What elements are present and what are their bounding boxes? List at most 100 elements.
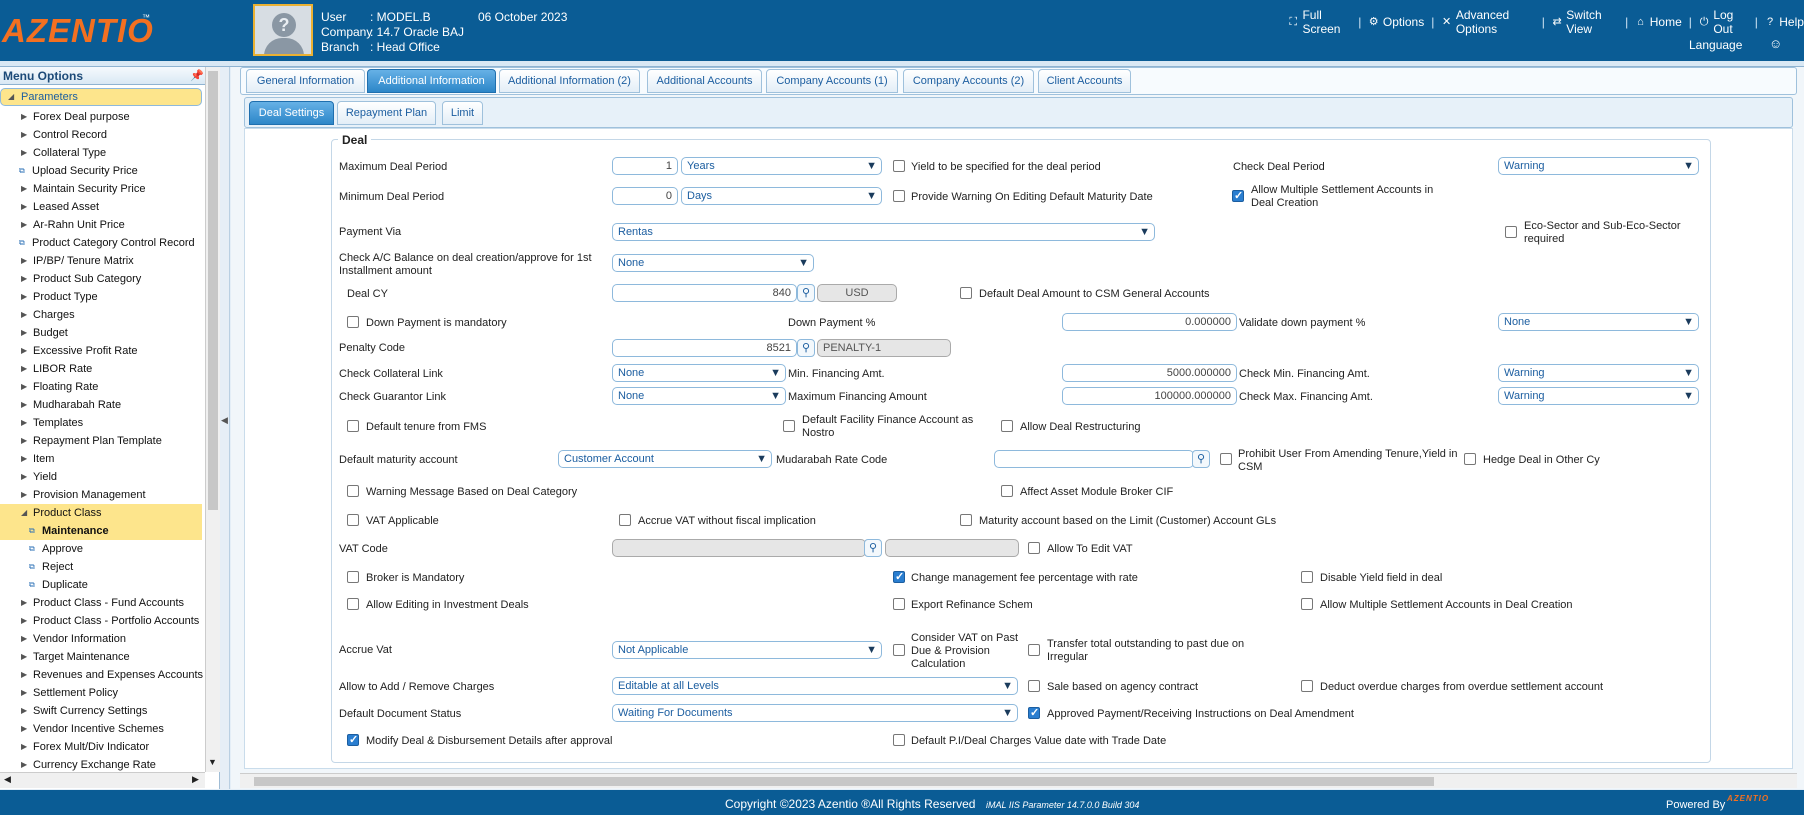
mudarabah-search-icon[interactable]: ⚲ [1192,450,1210,468]
vat-code-search-icon[interactable]: ⚲ [864,539,882,557]
menu-item[interactable]: ◢ Product Class [0,504,202,522]
subtab-0[interactable]: Deal Settings [249,101,334,125]
modify-deal-checkbox[interactable] [347,733,359,746]
allow-multi-settle-checkbox[interactable] [1232,189,1244,202]
broker-mandatory-checkbox[interactable] [347,571,359,583]
subtab-1[interactable]: Repayment Plan [337,101,436,125]
advanced-options-icon[interactable]: ✕ [1441,16,1451,28]
prohibit-user-checkbox[interactable] [1220,453,1232,465]
penalty-code-search-icon[interactable]: ⚲ [797,339,815,357]
subtab-2[interactable]: Limit [442,101,483,125]
hedge-deal-checkbox[interactable] [1464,453,1476,465]
max-deal-period-unit-select[interactable]: Years ▼ [681,157,882,175]
default-tenure-checkbox[interactable] [347,420,359,432]
default-doc-status-select[interactable]: Waiting For Documents ▼ [612,704,1018,722]
sidebar-horizontal-scrollbar[interactable]: ◀ ▶ [0,772,205,788]
eco-sector-checkbox[interactable] [1505,226,1517,238]
home-link[interactable]: Home [1650,15,1682,29]
allow-editing-inv-checkbox[interactable] [347,598,359,610]
check-max-financing-select[interactable]: Warning ▼ [1498,387,1699,405]
provide-warning-checkbox[interactable] [893,190,905,202]
allow-restructuring-checkbox[interactable] [1001,420,1013,432]
switch-view-link[interactable]: Switch View [1566,8,1618,36]
disable-yield-checkbox[interactable] [1301,571,1313,583]
deal-cy-search-icon[interactable]: ⚲ [797,284,815,302]
accrue-vat-select[interactable]: Not Applicable ▼ [612,641,882,659]
accrue-vat-without-checkbox[interactable] [619,514,631,526]
language-label[interactable]: Language [1689,38,1742,52]
min-deal-period-unit-select[interactable]: Days ▼ [681,187,882,205]
change-mgmt-fee-checkbox[interactable] [893,570,905,583]
full-screen-link[interactable]: Full Screen [1302,8,1351,36]
check-min-financing-select[interactable]: Warning ▼ [1498,364,1699,382]
chevron-down-icon: ▼ [770,367,781,379]
sale-based-checkbox[interactable] [1028,680,1040,692]
menu-item[interactable]: ⧉ Maintenance [0,522,202,540]
default-pi-checkbox[interactable] [893,734,905,746]
down-payment-mandatory-checkbox[interactable] [347,316,359,328]
tab-1[interactable]: Additional Information [367,69,496,93]
menu-item-label: Maintenance [42,525,109,537]
allow-charges-select[interactable]: Editable at all Levels ▼ [612,677,1018,695]
home-icon[interactable]: ⌂ [1635,16,1645,28]
export-refinance-checkbox[interactable] [893,598,905,610]
menu-item-label: Excessive Profit Rate [33,345,138,357]
help-link[interactable]: Help [1779,15,1804,29]
scroll-right-icon[interactable]: ▶ [192,774,199,785]
logout-icon[interactable]: ⏻ [1699,16,1709,28]
transfer-total-checkbox[interactable] [1028,644,1040,656]
yield-specified-checkbox[interactable] [893,160,905,172]
min-financing-input[interactable]: 5000.000000 [1062,364,1237,382]
scroll-down-icon[interactable]: ▼ [208,757,217,767]
check-deal-period-select[interactable]: Warning ▼ [1498,157,1699,175]
allow-multi-settle2-checkbox[interactable] [1301,598,1313,610]
scroll-left-icon[interactable]: ◀ [4,774,11,785]
approved-payment-checkbox[interactable] [1028,706,1040,719]
pin-icon[interactable]: 📌 [190,69,204,82]
log-out-link[interactable]: Log Out [1713,8,1747,36]
tab-6[interactable]: Client Accounts [1038,69,1131,93]
tab-4[interactable]: Company Accounts (1) [766,69,898,93]
sidebar-vertical-scrollbar[interactable]: ▼ [205,67,220,772]
language-icon[interactable]: ☺ [1769,36,1782,51]
sidebar-collapse-bar[interactable]: ◀ [220,67,230,789]
validate-down-payment-select[interactable]: None ▼ [1498,313,1699,331]
tab-0[interactable]: General Information [246,69,365,93]
options-icon[interactable]: ⚙ [1368,16,1379,28]
options-link[interactable]: Options [1383,15,1424,29]
tab-3[interactable]: Additional Accounts [647,69,762,93]
check-collateral-select[interactable]: None ▼ [612,364,786,382]
down-payment-pct-input[interactable]: 0.000000 [1062,313,1237,331]
default-facility-checkbox[interactable] [783,420,795,432]
default-maturity-select[interactable]: Customer Account ▼ [558,450,772,468]
collapse-arrow-icon[interactable]: ◀ [221,415,228,426]
consider-vat-checkbox[interactable] [893,644,905,656]
switch-view-icon[interactable]: ⇄ [1552,16,1562,28]
advanced-options-link[interactable]: Advanced Options [1456,8,1535,36]
mudarabah-input[interactable] [994,450,1194,468]
allow-edit-vat-checkbox[interactable] [1028,542,1040,554]
fullscreen-icon[interactable]: ⛶ [1288,16,1298,28]
deal-cy-input[interactable]: 840 [612,284,797,302]
help-icon[interactable]: ? [1765,16,1775,28]
expand-arrow-icon: ▶ [21,346,28,355]
check-ac-balance-select[interactable]: None ▼ [612,254,814,272]
default-tenure-label: Default tenure from FMS [366,421,487,433]
max-deal-period-input[interactable]: 1 [612,157,678,175]
min-deal-period-input[interactable]: 0 [612,187,678,205]
vat-applicable-checkbox[interactable] [347,514,359,526]
main-horizontal-scrollbar[interactable] [240,773,1797,788]
default-deal-amount-checkbox[interactable] [960,287,972,299]
check-guarantor-select[interactable]: None ▼ [612,387,786,405]
payment-via-select[interactable]: Rentas ▼ [612,223,1155,241]
check-guarantor-label: Check Guarantor Link [339,391,446,403]
menu-parameters[interactable]: ◢ Parameters [0,88,202,106]
tab-2[interactable]: Additional Information (2) [499,69,640,93]
max-financing-input[interactable]: 100000.000000 [1062,387,1237,405]
tab-5[interactable]: Company Accounts (2) [903,69,1034,93]
deduct-overdue-checkbox[interactable] [1301,680,1313,692]
affect-asset-checkbox[interactable] [1001,485,1013,497]
maturity-account-checkbox[interactable] [960,514,972,526]
penalty-code-input[interactable]: 8521 [612,339,797,357]
warning-message-checkbox[interactable] [347,485,359,497]
